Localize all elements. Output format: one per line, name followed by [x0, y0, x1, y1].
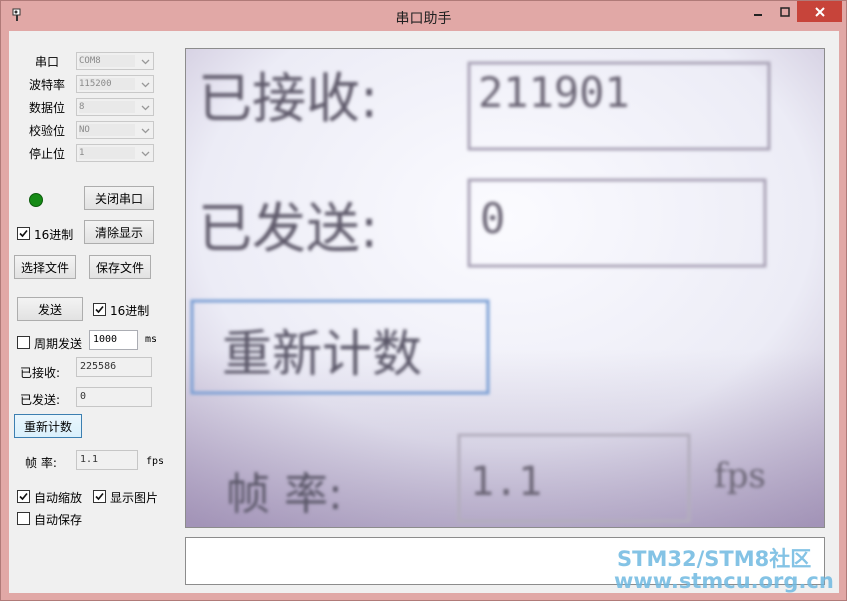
stopbits-label: 停止位	[29, 147, 66, 161]
send-hex-label: 16进制	[110, 304, 150, 318]
databits-label: 数据位	[29, 101, 66, 115]
image-received-value: 211901	[478, 68, 630, 117]
framerate-unit: fps	[146, 456, 165, 467]
databits-select[interactable]: 8	[76, 98, 154, 116]
stopbits-select[interactable]: 1	[76, 144, 154, 162]
watermark-line2: www.stmcu.org.cn	[614, 569, 834, 593]
framerate-label: 帧 率:	[25, 456, 57, 470]
baud-select[interactable]: 115200	[76, 75, 154, 93]
save-file-button[interactable]: 保存文件	[89, 255, 151, 279]
close-button[interactable]	[797, 1, 842, 22]
chevron-down-icon	[141, 82, 150, 88]
auto-scale-checkbox[interactable]	[17, 490, 30, 503]
parity-label: 校验位	[29, 124, 66, 138]
show-image-checkbox[interactable]	[93, 490, 106, 503]
checkmark-icon	[19, 492, 28, 501]
chevron-down-icon	[141, 59, 150, 65]
auto-save-label: 自动保存	[34, 513, 83, 527]
chevron-down-icon	[141, 151, 150, 157]
framerate-field: 1.1	[76, 450, 138, 470]
port-value: COM8	[79, 55, 135, 67]
parity-select[interactable]: NO	[76, 121, 154, 139]
receive-hex-label: 16进制	[34, 228, 74, 242]
receive-hex-checkbox[interactable]	[17, 227, 30, 240]
clear-display-button[interactable]: 清除显示	[84, 220, 154, 244]
image-reset-label: 重新计数	[222, 325, 422, 383]
image-fps-unit: fps	[714, 456, 766, 496]
maximize-icon	[779, 6, 790, 17]
baud-label: 波特率	[29, 78, 66, 92]
image-fps-label: 帧 率:	[226, 469, 343, 520]
port-status-led	[29, 193, 43, 207]
image-sent-value: 0	[480, 194, 505, 243]
image-sent-label: 已发送:	[198, 197, 378, 260]
received-count-field: 225586	[76, 357, 152, 377]
show-image-label: 显示图片	[110, 491, 159, 505]
app-window: 串口助手 串口 COM8 波特率 115200 数据位 8 校验位 NO 停止位…	[0, 0, 847, 601]
parity-value: NO	[79, 124, 135, 136]
periodic-interval-input[interactable]: 1000	[89, 330, 138, 350]
checkmark-icon	[95, 305, 104, 314]
stopbits-value: 1	[79, 147, 135, 159]
checkmark-icon	[19, 229, 28, 238]
port-select[interactable]: COM8	[76, 52, 154, 70]
auto-save-checkbox[interactable]	[17, 512, 30, 525]
select-file-button[interactable]: 选择文件	[14, 255, 76, 279]
minimize-icon	[753, 13, 762, 16]
periodic-send-label: 周期发送	[34, 337, 83, 351]
received-label: 已接收:	[20, 366, 61, 380]
camera-image: 已接收: 211901 已发送: 0 重新计数 帧 率: 1.1 fps	[185, 48, 825, 528]
auto-scale-label: 自动缩放	[34, 491, 83, 505]
sent-count-field: 0	[76, 387, 152, 407]
title-bar[interactable]: 串口助手	[1, 1, 846, 31]
send-button[interactable]: 发送	[17, 297, 83, 321]
image-fps-value: 1.1	[470, 459, 542, 505]
periodic-send-checkbox[interactable]	[17, 336, 30, 349]
image-received-label: 已接收:	[198, 67, 378, 130]
databits-value: 8	[79, 101, 135, 113]
window-title: 串口助手	[395, 11, 452, 27]
checkmark-icon	[95, 492, 104, 501]
periodic-unit: ms	[145, 334, 158, 345]
close-icon	[814, 6, 825, 17]
minimize-button[interactable]	[744, 1, 771, 22]
send-hex-checkbox[interactable]	[93, 303, 106, 316]
baud-value: 115200	[79, 78, 135, 90]
close-port-button[interactable]: 关闭串口	[84, 186, 154, 210]
client-area: 串口 COM8 波特率 115200 数据位 8 校验位 NO 停止位 1 关闭…	[9, 31, 839, 593]
sent-label: 已发送:	[20, 393, 61, 407]
chevron-down-icon	[141, 128, 150, 134]
port-label: 串口	[35, 55, 60, 69]
chevron-down-icon	[141, 105, 150, 111]
reset-count-button[interactable]: 重新计数	[14, 414, 82, 438]
maximize-button[interactable]	[771, 1, 798, 22]
